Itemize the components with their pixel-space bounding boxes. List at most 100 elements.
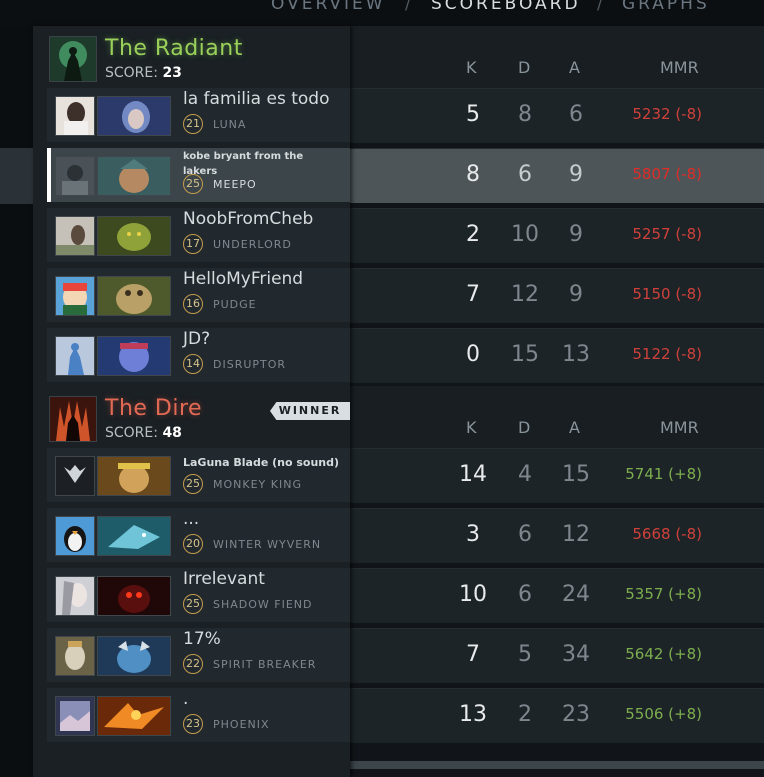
hero-level: 22: [183, 654, 203, 674]
hero-name: WINTER WYVERN: [213, 538, 322, 551]
hero-level: 14: [183, 354, 203, 374]
deaths: 2: [518, 702, 532, 727]
table-row[interactable]: 5 8 6 5232 (-8): [350, 88, 764, 143]
table-row[interactable]: 10 6 24 5357 (+8): [350, 568, 764, 623]
col-deaths: D: [518, 418, 531, 437]
kills: 7: [466, 282, 480, 307]
assists: 24: [562, 582, 590, 607]
player-row[interactable]: LaGuna Blade (no sound) 25 MONKEY KING: [47, 448, 350, 502]
horizontal-scrollbar[interactable]: [350, 761, 764, 769]
player-row[interactable]: HelloMyFriend 16 PUDGE: [47, 268, 350, 322]
avatar: [55, 576, 95, 616]
table-row[interactable]: 2 10 9 5257 (-8): [350, 208, 764, 263]
assists: 9: [569, 162, 583, 187]
col-kills: K: [466, 58, 477, 77]
hero-level: 20: [183, 534, 203, 554]
avatar: [55, 96, 95, 136]
hero-name: PUDGE: [213, 298, 257, 311]
kills: 14: [459, 462, 487, 487]
table-row[interactable]: 8 6 9 5807 (-8): [350, 148, 764, 203]
radiant-emblem-icon: [49, 36, 97, 82]
assists: 12: [562, 522, 590, 547]
left-strip: [0, 26, 33, 777]
player-row[interactable]: Irrelevant 25 SHADOW FIEND: [47, 568, 350, 622]
player-name: kobe bryant from the lakers: [183, 151, 304, 177]
hero-name: MONKEY KING: [213, 478, 302, 491]
player-row[interactable]: 17% 22 SPIRIT BREAKER: [47, 628, 350, 682]
player-row-selected[interactable]: kobe bryant from the lakers 25 MEEPO: [47, 148, 350, 202]
dire-team-name: The Dire: [105, 396, 203, 421]
hero-portrait-disruptor: [97, 336, 171, 376]
hero-portrait-phoenix: [97, 696, 171, 736]
table-row[interactable]: 7 12 9 5150 (-8): [350, 268, 764, 323]
assists: 23: [562, 702, 590, 727]
col-assists: A: [569, 418, 580, 437]
mmr-value: 5506 (+8): [625, 705, 702, 723]
avatar: [55, 216, 95, 256]
mmr-value: 5232 (-8): [632, 105, 702, 123]
mmr-value: 5741 (+8): [625, 465, 702, 483]
hero-level: 23: [183, 714, 203, 734]
avatar: [55, 336, 95, 376]
player-name: NoobFromCheb: [183, 209, 314, 229]
hero-portrait-pudge: [97, 276, 171, 316]
hero-level: 16: [183, 294, 203, 314]
hero-name: LUNA: [213, 118, 247, 131]
player-name: Irrelevant: [183, 569, 265, 589]
nav-separator: /: [405, 0, 411, 14]
mmr-value: 5150 (-8): [632, 285, 702, 303]
scoreboard-stats: K D A MMR 5 8 6 5232 (-8) 8 6 9 5807 (-8…: [350, 26, 764, 777]
selection-indicator: [47, 148, 51, 202]
table-row[interactable]: 14 4 15 5741 (+8): [350, 448, 764, 503]
avatar: [55, 636, 95, 676]
hero-level: 25: [183, 594, 203, 614]
player-name: la familia es todo: [183, 89, 330, 109]
assists: 15: [562, 462, 590, 487]
mmr-value: 5357 (+8): [625, 585, 702, 603]
score-label: SCORE:: [105, 65, 158, 81]
kills: 10: [459, 582, 487, 607]
player-row[interactable]: NoobFromCheb 17 UNDERLORD: [47, 208, 350, 262]
player-row[interactable]: . 23 PHOENIX: [47, 688, 350, 742]
deaths: 4: [518, 462, 532, 487]
score-value: 48: [162, 425, 182, 441]
hero-level: 21: [183, 114, 203, 134]
table-row[interactable]: 0 15 13 5122 (-8): [350, 328, 764, 383]
kills: 5: [466, 102, 480, 127]
table-row[interactable]: 3 6 12 5668 (-8): [350, 508, 764, 563]
tab-scoreboard[interactable]: SCOREBOARD: [431, 0, 581, 14]
score-label: SCORE:: [105, 425, 158, 441]
table-row[interactable]: 13 2 23 5506 (+8): [350, 688, 764, 743]
deaths: 6: [518, 582, 532, 607]
avatar: [55, 156, 95, 196]
deaths: 8: [518, 102, 532, 127]
col-mmr: MMR: [660, 58, 699, 77]
deaths: 15: [511, 342, 539, 367]
tab-graphs[interactable]: GRAPHS: [622, 0, 710, 14]
tab-overview[interactable]: OVERVIEW: [271, 0, 386, 14]
col-mmr: MMR: [660, 418, 699, 437]
mmr-value: 5668 (-8): [632, 525, 702, 543]
kills: 2: [466, 222, 480, 247]
mmr-value: 5122 (-8): [632, 345, 702, 363]
deaths: 6: [518, 522, 532, 547]
mmr-value: 5257 (-8): [632, 225, 702, 243]
player-name: HelloMyFriend: [183, 269, 304, 289]
avatar: [55, 516, 95, 556]
hero-portrait-shadow-fiend: [97, 576, 171, 616]
assists: 9: [569, 222, 583, 247]
kills: 8: [466, 162, 480, 187]
table-row[interactable]: 7 5 34 5642 (+8): [350, 628, 764, 683]
deaths: 10: [511, 222, 539, 247]
hero-portrait-winter-wyvern: [97, 516, 171, 556]
col-deaths: D: [518, 58, 531, 77]
player-row[interactable]: la familia es todo 21 LUNA: [47, 88, 350, 142]
hero-name: SPIRIT BREAKER: [213, 658, 317, 671]
player-name: LaGuna Blade (no sound): [183, 456, 340, 469]
hero-level: 25: [183, 474, 203, 494]
hero-portrait-monkey-king: [97, 456, 171, 496]
deaths: 5: [518, 642, 532, 667]
player-row[interactable]: ... 20 WINTER WYVERN: [47, 508, 350, 562]
player-name: 17%: [183, 629, 221, 649]
player-row[interactable]: JD? 14 DISRUPTOR: [47, 328, 350, 382]
